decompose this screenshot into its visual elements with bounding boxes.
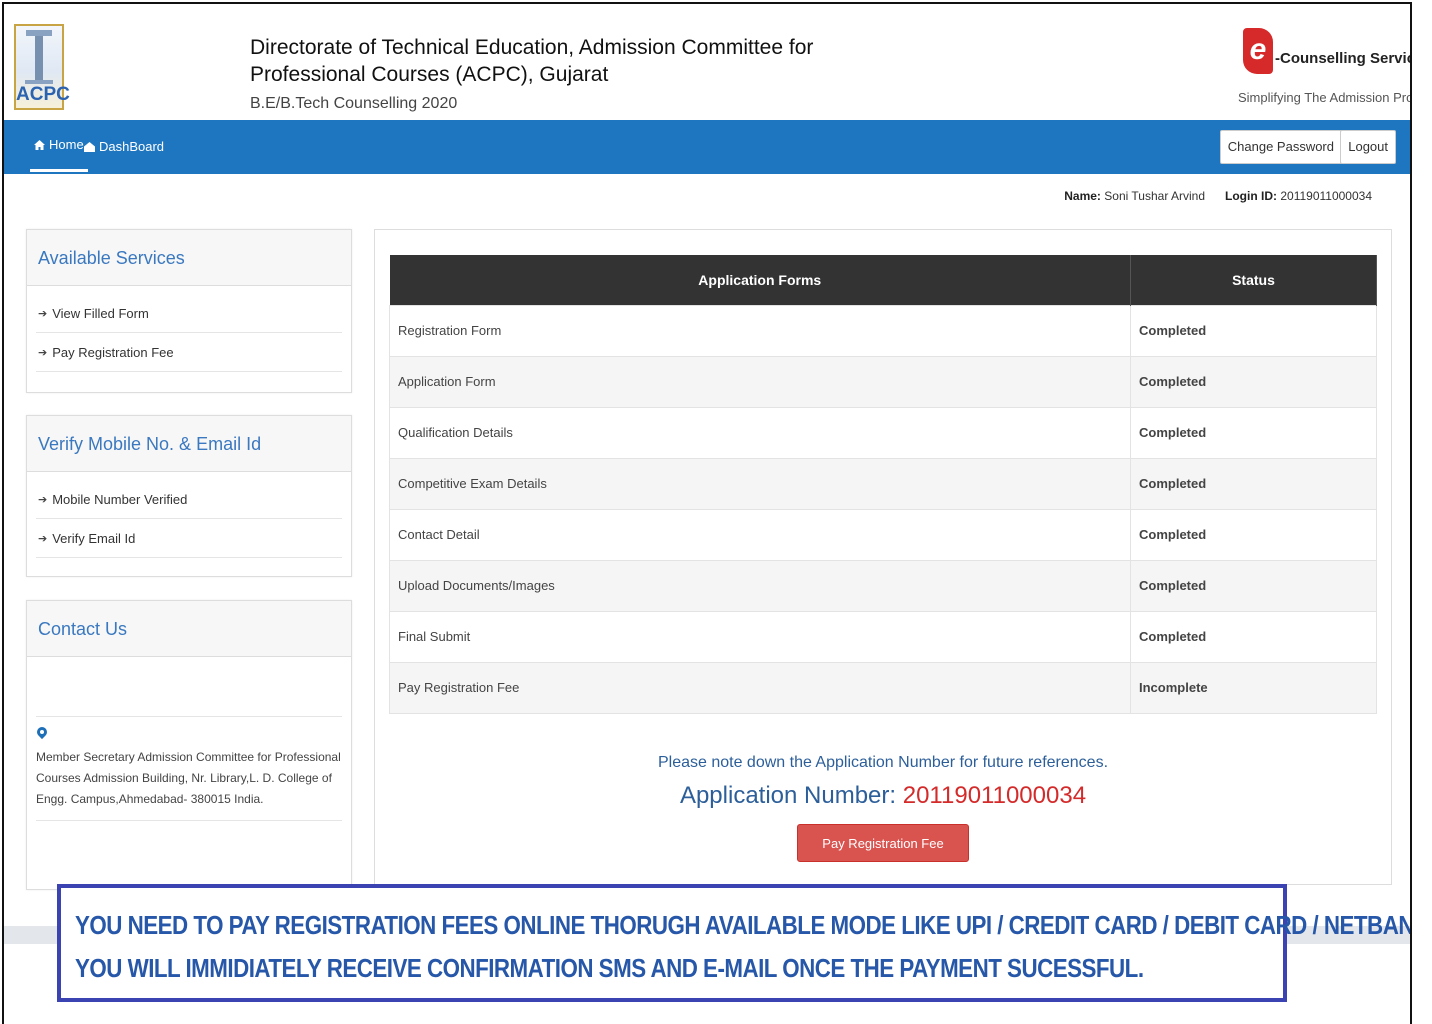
status-completed: Completed bbox=[1130, 304, 1377, 357]
form-name: Upload Documents/Images bbox=[389, 559, 1131, 612]
form-name: Competitive Exam Details bbox=[389, 457, 1131, 510]
column-header-status: Status bbox=[1130, 255, 1377, 305]
user-login-id: Login ID: 20119011000034 bbox=[1225, 189, 1372, 203]
ecounselling-logo-icon: e bbox=[1243, 28, 1273, 74]
application-note: Please note down the Application Number … bbox=[657, 754, 1109, 771]
dashboard-icon bbox=[84, 142, 95, 152]
arrow-right-icon: ➔ bbox=[38, 532, 48, 545]
form-name: Contact Detail bbox=[389, 508, 1131, 561]
counselling-subtitle: B.E/B.Tech Counselling 2020 bbox=[250, 95, 458, 112]
contact-address: Member Secretary Admission Committee for… bbox=[36, 747, 342, 821]
table-row: Competitive Exam Details Completed bbox=[389, 457, 1377, 510]
table-row: Pay Registration Fee Incomplete bbox=[389, 661, 1377, 714]
ecounselling-logo: e -Counselling Services Simplifying The … bbox=[1238, 28, 1410, 110]
ecounselling-tagline: Simplifying The Admission Process bbox=[1238, 90, 1412, 105]
top-navbar: Home DashBoard Change Password Logout bbox=[4, 120, 1410, 174]
mobile-number-verified-link[interactable]: ➔ Mobile Number Verified bbox=[36, 480, 342, 519]
app-window: ACPC Directorate of Technical Education,… bbox=[2, 2, 1412, 1024]
view-filled-form-link[interactable]: ➔ View Filled Form bbox=[36, 294, 342, 333]
payment-notice: YOU NEED TO PAY REGISTRATION FEES ONLINE… bbox=[57, 884, 1412, 1002]
home-icon bbox=[34, 139, 45, 150]
application-number-value: 20119011000034 bbox=[902, 782, 1087, 809]
table-row: Upload Documents/Images Completed bbox=[389, 559, 1377, 612]
status-completed: Completed bbox=[1130, 457, 1377, 510]
verify-title: Verify Mobile No. & Email Id bbox=[27, 416, 351, 472]
page-header: ACPC Directorate of Technical Education,… bbox=[4, 4, 1410, 120]
form-name: Qualification Details bbox=[389, 406, 1131, 459]
arrow-right-icon: ➔ bbox=[38, 346, 48, 359]
acpc-logo: ACPC bbox=[14, 24, 70, 110]
form-name: Pay Registration Fee bbox=[389, 661, 1131, 714]
table-row: Qualification Details Completed bbox=[389, 406, 1377, 459]
verify-email-link[interactable]: ➔ Verify Email Id bbox=[36, 519, 342, 558]
table-row: Registration Form Completed bbox=[389, 304, 1377, 357]
status-completed: Completed bbox=[1130, 508, 1377, 561]
ecounselling-brand-name: -Counselling Services bbox=[1275, 50, 1410, 67]
pay-registration-fee-link[interactable]: ➔ Pay Registration Fee bbox=[36, 333, 342, 372]
status-completed: Completed bbox=[1130, 406, 1377, 459]
logout-button[interactable]: Logout bbox=[1340, 130, 1396, 164]
nav-dashboard-label: DashBoard bbox=[99, 139, 165, 154]
contact-panel: Contact Us Member Secretary Admission Co… bbox=[26, 600, 352, 890]
main-panel: Application Forms Status Registration Fo… bbox=[374, 229, 1392, 885]
pay-registration-fee-button[interactable]: Pay Registration Fee bbox=[797, 824, 969, 862]
map-pin-icon bbox=[36, 727, 48, 743]
verify-panel: Verify Mobile No. & Email Id ➔ Mobile Nu… bbox=[26, 415, 352, 577]
arrow-right-icon: ➔ bbox=[38, 493, 48, 506]
notice-line-2: YOU WILL IMMIDIATELY RECEIVE CONFIRMATIO… bbox=[75, 953, 1144, 983]
user-name: Name: Soni Tushar Arvind bbox=[1064, 189, 1206, 203]
table-header-row: Application Forms Status bbox=[389, 255, 1377, 305]
table-row: Contact Detail Completed bbox=[389, 508, 1377, 561]
nav-home-label: Home bbox=[49, 136, 84, 152]
status-completed: Completed bbox=[1130, 559, 1377, 612]
org-title: Directorate of Technical Education, Admi… bbox=[250, 36, 814, 86]
form-name: Final Submit bbox=[389, 610, 1131, 663]
application-forms-table: Application Forms Status Registration Fo… bbox=[389, 255, 1377, 714]
table-row: Final Submit Completed bbox=[389, 610, 1377, 663]
table-row: Application Form Completed bbox=[389, 355, 1377, 408]
arrow-right-icon: ➔ bbox=[38, 307, 48, 320]
nav-home[interactable]: Home bbox=[30, 120, 88, 172]
status-completed: Completed bbox=[1130, 355, 1377, 408]
notice-line-1: YOU NEED TO PAY REGISTRATION FEES ONLINE… bbox=[75, 910, 1412, 940]
column-header-forms: Application Forms bbox=[389, 255, 1131, 305]
form-name: Application Form bbox=[389, 355, 1131, 408]
status-completed: Completed bbox=[1130, 610, 1377, 663]
change-password-button[interactable]: Change Password bbox=[1219, 130, 1342, 164]
available-services-title: Available Services bbox=[27, 230, 351, 286]
application-number: Application Number: 20119011000034 bbox=[679, 782, 1087, 809]
available-services-panel: Available Services ➔ View Filled Form ➔ … bbox=[26, 229, 352, 393]
status-incomplete: Incomplete bbox=[1130, 661, 1377, 714]
nav-dashboard[interactable]: DashBoard bbox=[84, 120, 164, 174]
user-info: Name: Soni Tushar Arvind Login ID: 20119… bbox=[1064, 189, 1372, 203]
contact-title: Contact Us bbox=[27, 601, 351, 657]
form-name: Registration Form bbox=[389, 304, 1131, 357]
